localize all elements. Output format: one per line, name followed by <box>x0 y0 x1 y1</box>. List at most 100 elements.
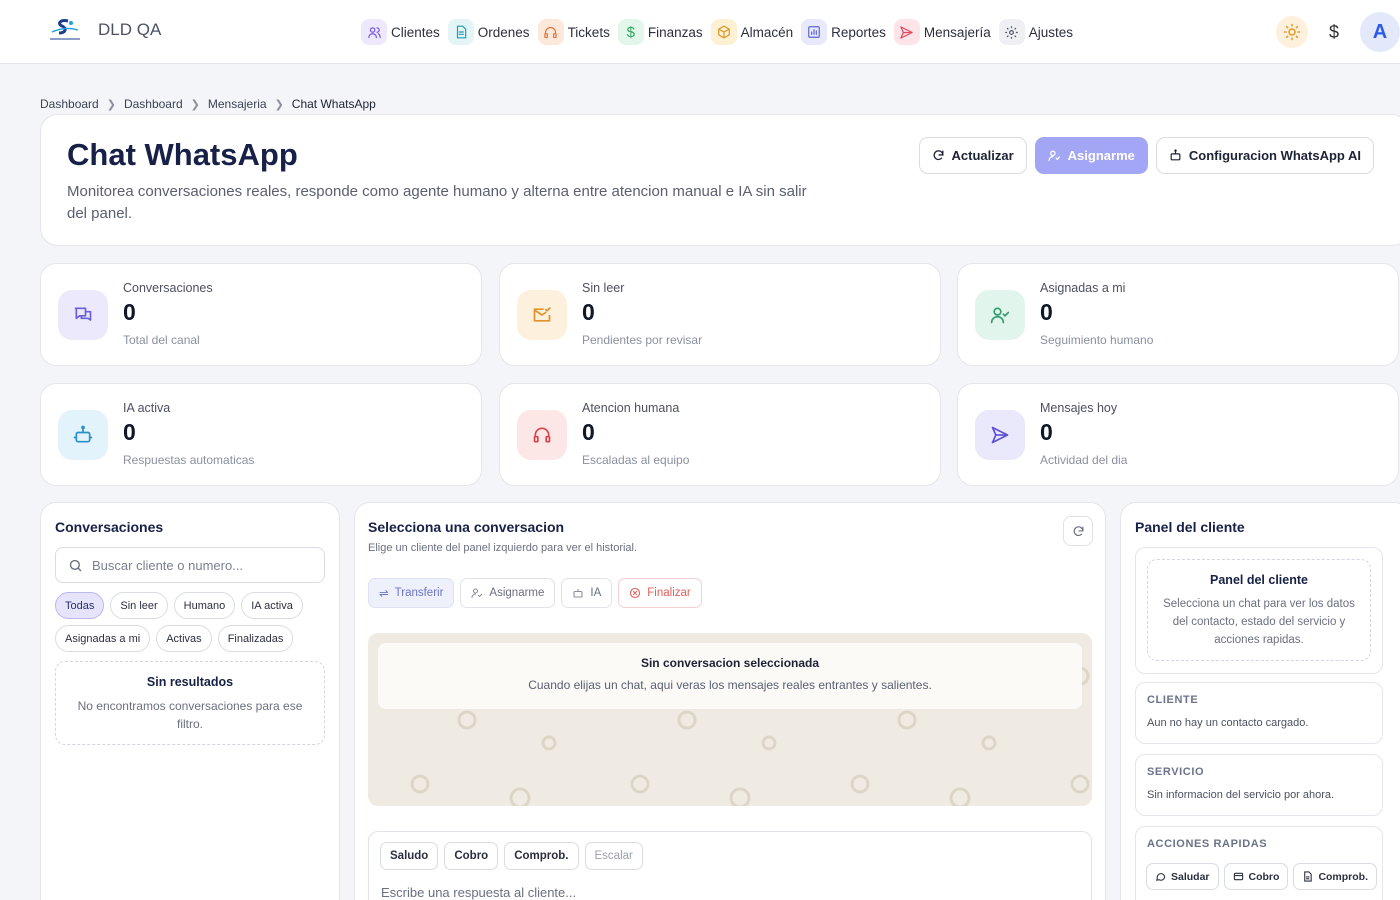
client-empty-state: Panel del cliente Selecciona un chat par… <box>1147 559 1371 661</box>
chat-assign-button[interactable]: Asignarme <box>460 578 556 608</box>
page-title: Chat WhatsApp <box>67 137 298 172</box>
transfer-button[interactable]: ⇌ Transferir <box>368 578 455 608</box>
stat-label: Sin leer <box>582 281 625 295</box>
finish-button[interactable]: Finalizar <box>618 578 702 608</box>
filter-chip-ia-activa[interactable]: IA activa <box>241 592 303 619</box>
stat-card-atencion-humana: Atencion humana 0 Escaladas al equipo <box>499 383 941 486</box>
quick-action-comprobante[interactable]: Comprob. <box>1293 863 1378 890</box>
nav-item-almacen[interactable]: Almacén <box>710 18 794 46</box>
nav-item-ordenes[interactable]: Ordenes <box>447 18 530 46</box>
stat-value: 0 <box>123 299 136 325</box>
chat-subtitle: Elige un cliente del panel izquierdo par… <box>368 542 638 554</box>
header-actions: Actualizar Asignarme Configuracion Whats… <box>918 137 1374 174</box>
stat-label: IA activa <box>123 401 171 415</box>
breadcrumb: Dashboard ❯ Dashboard ❯ Mensajeria ❯ Cha… <box>40 97 376 111</box>
nav-label: Almacén <box>740 24 794 40</box>
mail-check-icon <box>517 290 567 340</box>
refresh-button[interactable]: Actualizar <box>918 137 1027 174</box>
stat-card-conversaciones: Conversaciones 0 Total del canal <box>40 263 482 366</box>
assign-label: Asignarme <box>1067 148 1135 163</box>
app-logo[interactable] <box>48 18 82 44</box>
nav-item-clientes[interactable]: Clientes <box>361 18 440 46</box>
send-icon <box>893 19 920 45</box>
filter-chip-todas[interactable]: Todas <box>55 592 105 619</box>
breadcrumb-item[interactable]: Dashboard <box>124 97 183 111</box>
chat-messages-area: Sin conversacion seleccionada Cuando eli… <box>368 633 1092 806</box>
top-navbar: DLD QA Clientes Ordenes Tickets $ Finanz… <box>0 0 1400 64</box>
nav-label: Reportes <box>831 24 886 40</box>
nav-label: Ajustes <box>1028 24 1073 40</box>
search-input[interactable] <box>92 557 292 573</box>
nav-item-ajustes[interactable]: Ajustes <box>998 18 1073 46</box>
quick-reply-comprobante[interactable]: Comprob. <box>504 842 579 870</box>
nav-label: Finanzas <box>647 24 703 40</box>
chart-icon <box>801 19 828 45</box>
app-title: DLD QA <box>98 20 162 39</box>
headset-icon <box>537 19 564 45</box>
search-icon <box>68 558 83 573</box>
stat-label: Atencion humana <box>582 401 680 415</box>
stat-value: 0 <box>1040 419 1053 445</box>
stat-label: Mensajes hoy <box>1040 401 1118 415</box>
stat-subtext: Escaladas al equipo <box>582 453 690 467</box>
box-icon <box>710 19 737 45</box>
refresh-icon <box>1073 525 1083 536</box>
quick-action-cobro[interactable]: Cobro <box>1223 863 1289 890</box>
theme-toggle-sun-icon[interactable] <box>1276 16 1308 48</box>
nav-label: Mensajería <box>923 24 991 40</box>
chevron-right-icon: ❯ <box>106 98 116 111</box>
assign-button[interactable]: Asignarme <box>1034 137 1148 174</box>
chevron-right-icon: ❯ <box>274 98 284 111</box>
quick-action-saludar[interactable]: Saludar <box>1146 863 1219 890</box>
stat-label: Conversaciones <box>123 281 213 295</box>
notice-text: Cuando elijas un chat, aqui veras los me… <box>528 678 932 692</box>
user-check-icon <box>1048 149 1061 162</box>
nav-item-tickets[interactable]: Tickets <box>537 18 610 46</box>
topbar-actions: $ A <box>1276 12 1400 52</box>
page-header-card: Chat WhatsApp Monitorea conversaciones r… <box>40 114 1400 246</box>
notice-title: Sin conversacion seleccionada <box>640 656 820 670</box>
quick-reply-bar: Saludo Cobro Comprob. Escalar <box>380 842 643 870</box>
stat-value: 0 <box>582 299 595 325</box>
filter-chip-finalizadas[interactable]: Finalizadas <box>217 625 294 652</box>
filter-chip-sin-leer[interactable]: Sin leer <box>110 592 168 619</box>
stat-card-ia-activa: IA activa 0 Respuestas automaticas <box>40 383 482 486</box>
nav-item-finanzas[interactable]: $ Finanzas <box>617 18 703 46</box>
refresh-icon <box>932 149 945 162</box>
quick-action-label: Cobro <box>1248 870 1280 883</box>
quick-reply-escalar[interactable]: Escalar <box>584 842 643 870</box>
bot-icon <box>58 410 108 460</box>
filter-chip-activas[interactable]: Activas <box>156 625 212 652</box>
dollar-icon: $ <box>617 19 644 45</box>
user-avatar[interactable]: A <box>1360 12 1400 52</box>
breadcrumb-current: Chat WhatsApp <box>291 97 376 111</box>
config-label: Configuracion WhatsApp AI <box>1188 148 1361 163</box>
nav-item-reportes[interactable]: Reportes <box>801 18 886 46</box>
bot-icon <box>1169 149 1182 162</box>
chat-bubble-icon <box>1155 871 1166 882</box>
message-input[interactable] <box>381 885 1071 900</box>
nav-item-mensajeria[interactable]: Mensajería <box>893 18 991 46</box>
chat-refresh-button[interactable] <box>1063 516 1093 546</box>
filter-chip-asignadas[interactable]: Asignadas a mi <box>55 625 151 652</box>
ai-toggle-button[interactable]: IA <box>561 578 613 608</box>
cliente-info-box: CLIENTE Aun no hay un contacto cargado. <box>1135 682 1383 744</box>
chat-panel: Selecciona una conversacion Elige un cli… <box>354 502 1106 900</box>
cliente-heading: CLIENTE <box>1147 694 1199 706</box>
conversations-panel: Conversaciones Todas Sin leer Humano IA … <box>40 502 340 900</box>
headset-icon <box>517 410 567 460</box>
breadcrumb-item[interactable]: Dashboard <box>40 97 99 111</box>
currency-dollar-icon[interactable]: $ <box>1318 16 1350 48</box>
acciones-rapidas-box: ACCIONES RAPIDAS Saludar Cobro Comprob. <box>1135 826 1383 900</box>
whatsapp-ai-config-button[interactable]: Configuracion WhatsApp AI <box>1155 137 1374 174</box>
chat-title: Selecciona una conversacion <box>368 519 565 535</box>
client-summary-box: Panel del cliente Selecciona un chat par… <box>1135 547 1383 674</box>
breadcrumb-item[interactable]: Mensajeria <box>208 97 267 111</box>
nav-label: Ordenes <box>477 24 530 40</box>
stat-subtext: Total del canal <box>123 333 200 347</box>
stat-value: 0 <box>1040 299 1053 325</box>
quick-reply-saludo[interactable]: Saludo <box>380 842 439 870</box>
stat-subtext: Respuestas automaticas <box>123 453 255 467</box>
quick-reply-cobro[interactable]: Cobro <box>444 842 499 870</box>
filter-chip-humano[interactable]: Humano <box>173 592 236 619</box>
